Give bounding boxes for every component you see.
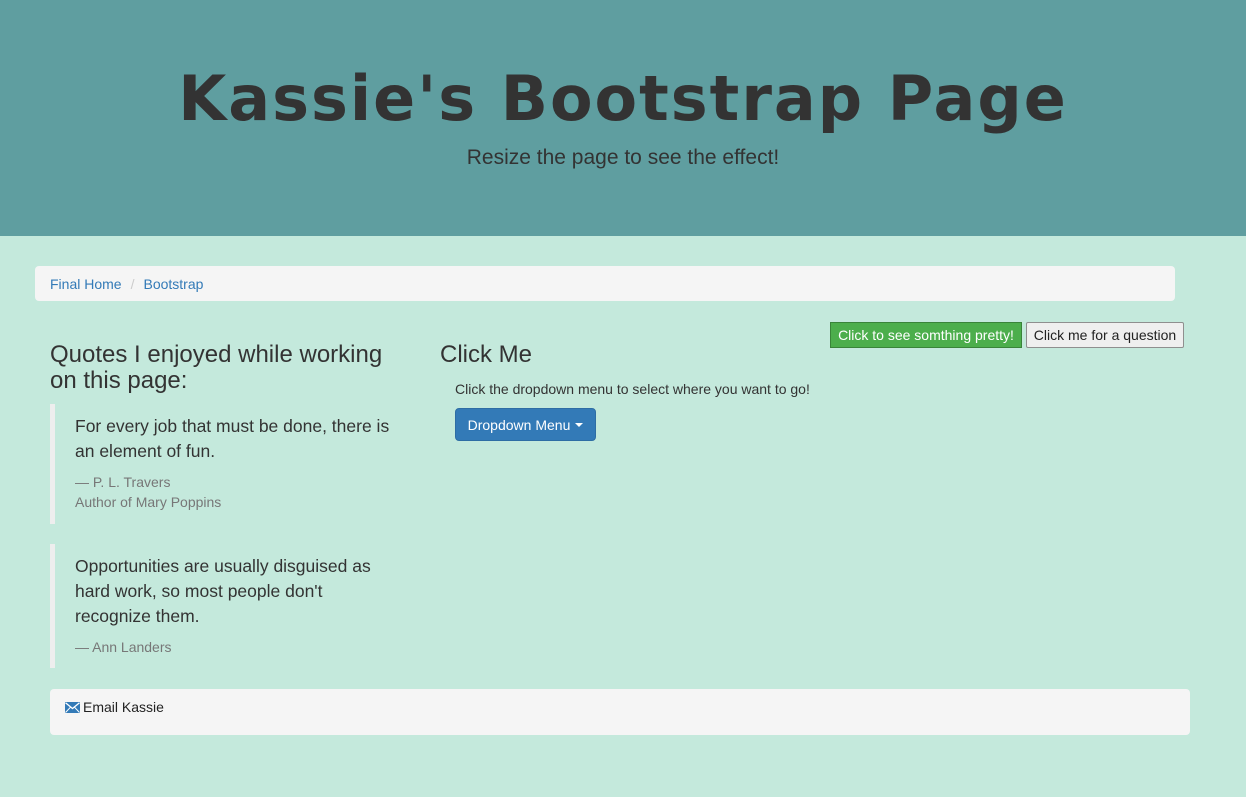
- footer-well: Email Kassie: [50, 689, 1190, 735]
- header-jumbotron: Kassie's Bootstrap Page Resize the page …: [0, 0, 1246, 236]
- email-label: Email Kassie: [83, 699, 164, 715]
- quote-author: — P. L. Travers: [75, 474, 171, 490]
- breadcrumb-item-bootstrap[interactable]: Bootstrap: [143, 276, 203, 292]
- dropdown-menu-label: Dropdown Menu: [467, 416, 571, 433]
- breadcrumb-separator: /: [130, 275, 135, 292]
- email-link[interactable]: Email Kassie: [65, 699, 164, 715]
- quote-block: For every job that must be done, there i…: [50, 404, 400, 524]
- question-button[interactable]: Click me for a question: [1026, 322, 1184, 348]
- pretty-button[interactable]: Click to see somthing pretty!: [830, 322, 1022, 348]
- quote-footer: — Ann Landers: [75, 637, 400, 657]
- page-subtitle: Resize the page to see the effect!: [466, 146, 780, 169]
- envelope-icon: [65, 701, 80, 713]
- dropdown-menu-button[interactable]: Dropdown Menu: [455, 408, 596, 441]
- quote-block: Opportunities are usually disguised as h…: [50, 544, 400, 668]
- quotes-heading: Quotes I enjoyed while working on this p…: [50, 341, 383, 394]
- quote-footer: — P. L. Travers Author of Mary Poppins: [75, 472, 400, 512]
- caret-down-icon: [575, 422, 584, 427]
- breadcrumb: Final Home / Bootstrap: [35, 266, 1175, 301]
- quote-text: For every job that must be done, there i…: [75, 416, 390, 461]
- quote-text: Opportunities are usually disguised as h…: [75, 556, 371, 626]
- page-title: Kassie's Bootstrap Page: [178, 62, 1068, 135]
- quote-author: — Ann Landers: [75, 639, 172, 655]
- click-me-heading: Click Me: [440, 341, 533, 368]
- dropdown-description: Click the dropdown menu to select where …: [455, 381, 810, 397]
- breadcrumb-item-final-home[interactable]: Final Home: [50, 276, 122, 292]
- quote-source: Author of Mary Poppins: [75, 494, 222, 510]
